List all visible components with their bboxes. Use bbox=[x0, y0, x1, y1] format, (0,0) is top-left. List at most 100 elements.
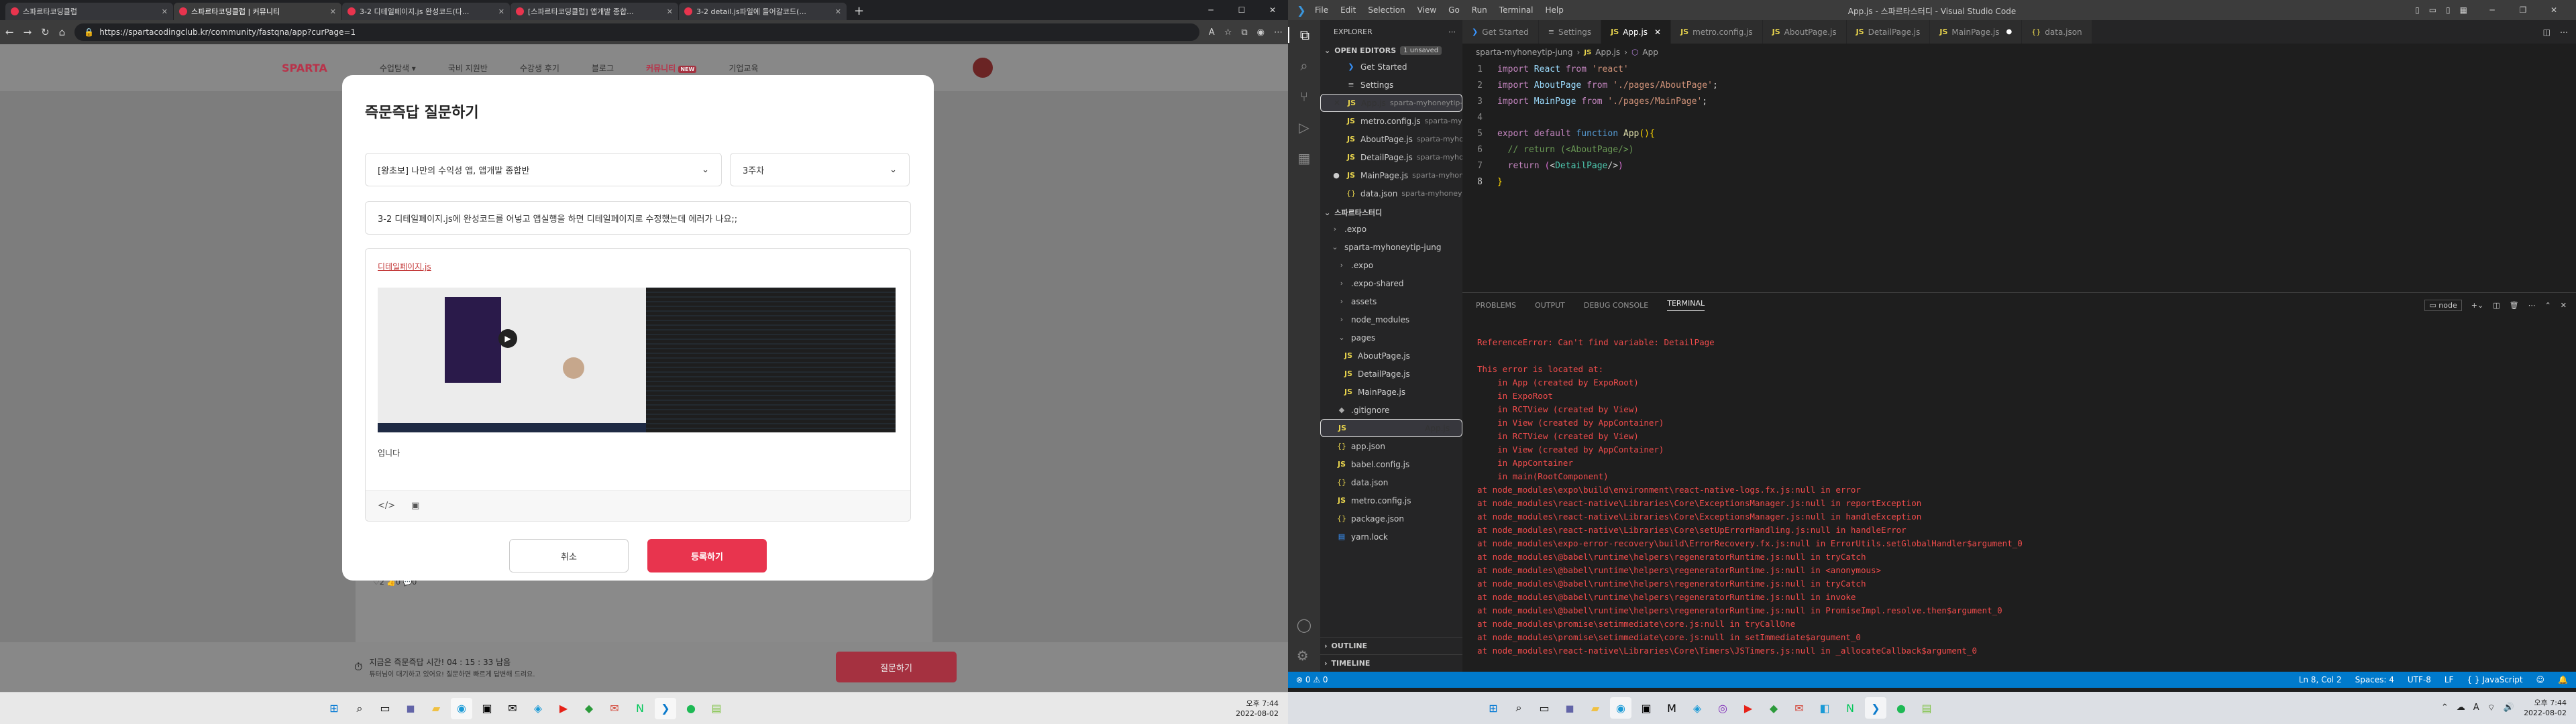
app-icon[interactable]: ▤ bbox=[1916, 697, 1937, 719]
tree-item[interactable]: {} app.json bbox=[1320, 437, 1462, 455]
run-debug-icon[interactable]: ▷ bbox=[1299, 119, 1309, 135]
browser-tab[interactable]: 3-2 디테일페이지.js 완성코드(다... ✕ bbox=[342, 3, 510, 20]
task-view-icon[interactable]: ▭ bbox=[374, 698, 396, 719]
read-aloud-icon[interactable]: A bbox=[1209, 27, 1215, 38]
language-mode[interactable]: { } JavaScript bbox=[2467, 675, 2522, 684]
app-icon[interactable]: ▤ bbox=[706, 698, 727, 719]
tab-terminal[interactable]: TERMINAL bbox=[1667, 299, 1705, 311]
maps-icon[interactable]: ◆ bbox=[578, 698, 600, 719]
image-upload-icon[interactable]: ▣ bbox=[411, 501, 419, 511]
back-arrow-icon[interactable]: ← bbox=[5, 26, 14, 38]
gmail-icon[interactable]: ✉ bbox=[1788, 697, 1810, 719]
terminal-output[interactable]: ReferenceError: Can't find variable: Det… bbox=[1462, 317, 2576, 658]
search-icon[interactable]: ⌕ bbox=[349, 698, 370, 719]
code-block-icon[interactable]: </> bbox=[378, 501, 395, 511]
wifi-icon[interactable]: ⌔ bbox=[2487, 703, 2496, 713]
close-window-icon[interactable]: ✕ bbox=[2538, 5, 2569, 15]
open-editor-item[interactable]: JS DetailPage.jssparta-myho... bbox=[1320, 148, 1462, 166]
workspace-header[interactable]: ⌄ 스파르타스터디 bbox=[1320, 205, 1462, 220]
account-icon[interactable]: ◯ bbox=[1297, 617, 1311, 633]
end-of-line[interactable]: LF bbox=[2445, 675, 2454, 684]
open-editor-item[interactable]: ≡ Settings bbox=[1320, 76, 1462, 94]
open-editors-header[interactable]: ⌄ OPEN EDITORS 1 unsaved bbox=[1320, 43, 1462, 58]
close-tab-icon[interactable]: ✕ bbox=[330, 7, 336, 16]
browser-tab[interactable]: 스파르타코딩클럽 ✕ bbox=[5, 3, 173, 20]
photos-icon[interactable]: ◈ bbox=[1686, 697, 1708, 719]
toggle-panel-icon[interactable]: ▭ bbox=[2429, 5, 2436, 15]
minimize-icon[interactable]: ─ bbox=[2477, 5, 2508, 15]
chat-icon[interactable]: ◼ bbox=[400, 698, 421, 719]
extensions-icon[interactable]: ▦ bbox=[1298, 150, 1311, 166]
tree-item[interactable]: › assets bbox=[1320, 292, 1462, 310]
customize-layout-icon[interactable]: ▦ bbox=[2460, 5, 2467, 15]
avatar[interactable] bbox=[973, 58, 993, 78]
editor-tab[interactable]: JS MainPage.js ● bbox=[1930, 20, 2023, 44]
reload-icon[interactable]: ↻ bbox=[41, 26, 50, 38]
menu-go[interactable]: Go bbox=[1448, 5, 1460, 15]
tab-output[interactable]: OUTPUT bbox=[1535, 301, 1565, 310]
tree-item[interactable]: ◆ .gitignore bbox=[1320, 401, 1462, 419]
new-terminal-icon[interactable]: +⌄ bbox=[2471, 301, 2483, 310]
home-icon[interactable]: ⌂ bbox=[59, 26, 66, 38]
tree-item[interactable]: {} package.json bbox=[1320, 509, 1462, 528]
code-editor[interactable]: 1 import React from 'react' 2 import About… bbox=[1462, 61, 2576, 289]
vscode-icon[interactable]: ❯ bbox=[655, 697, 676, 719]
photos-icon[interactable]: ◈ bbox=[527, 698, 549, 719]
browser-tab[interactable]: 3-2 detail.js파일에 들어갈코드(... ✕ bbox=[679, 3, 847, 20]
question-body-editor[interactable]: 디테일페이지.js ▶ 입니다 </> ▣ bbox=[365, 248, 911, 522]
volume-icon[interactable]: 🔊 bbox=[2504, 703, 2514, 713]
profile-icon[interactable]: ◉ bbox=[1257, 27, 1265, 38]
menu-edit[interactable]: Edit bbox=[1340, 5, 1356, 15]
submit-button[interactable]: 등록하기 bbox=[647, 539, 767, 572]
star-icon[interactable]: ☆ bbox=[1224, 27, 1232, 38]
tab-debug-console[interactable]: DEBUG CONSOLE bbox=[1584, 301, 1648, 310]
question-title-input[interactable]: 3-2 디테일페이지.js에 완성코드를 어넣고 앱실행을 하면 디테일페이지로… bbox=[365, 201, 911, 235]
cloud-icon[interactable]: ☁ bbox=[2457, 703, 2465, 713]
naver-icon[interactable]: N bbox=[629, 698, 651, 719]
cancel-button[interactable]: 취소 bbox=[509, 539, 629, 572]
chevron-up-icon[interactable]: ⌃ bbox=[2441, 703, 2449, 713]
close-window-icon[interactable]: ✕ bbox=[1257, 0, 1288, 20]
menu-run[interactable]: Run bbox=[1472, 5, 1487, 15]
close-tab-icon[interactable]: ✕ bbox=[835, 7, 841, 16]
vscode-icon[interactable]: ❯ bbox=[1865, 697, 1886, 719]
breadcrumb-symbol[interactable]: App bbox=[1642, 48, 1658, 57]
editor-tab[interactable]: JS AboutPage.js bbox=[1762, 20, 1847, 44]
maximize-icon[interactable]: ☐ bbox=[1226, 0, 1257, 20]
menu-selection[interactable]: Selection bbox=[1368, 5, 1405, 15]
outline-header[interactable]: › OUTLINE bbox=[1320, 637, 1462, 654]
taskbar-clock[interactable]: 오후 7:44 2022-08-02 bbox=[1236, 699, 1288, 719]
youtube-icon[interactable]: ▶ bbox=[553, 698, 574, 719]
terminal-shell-select[interactable]: ▭ node bbox=[2424, 299, 2462, 311]
open-editor-item[interactable]: ✕ JS App.jssparta-myhoneytip-j... bbox=[1320, 94, 1462, 112]
nav-enterprise[interactable]: 기업교육 bbox=[729, 62, 758, 74]
nav-govt[interactable]: 국비 지원반 bbox=[448, 62, 488, 74]
file-explorer-icon[interactable]: ▰ bbox=[1585, 697, 1606, 719]
naver-icon[interactable]: N bbox=[1839, 697, 1861, 719]
minimize-icon[interactable]: ─ bbox=[1195, 0, 1226, 20]
collections-icon[interactable]: ⧉ bbox=[1241, 27, 1247, 38]
nav-community[interactable]: 커뮤니티 NEW bbox=[646, 62, 697, 74]
split-editor-icon[interactable]: ◫ bbox=[2543, 27, 2551, 37]
timeline-header[interactable]: › TIMELINE bbox=[1320, 654, 1462, 672]
url-input[interactable]: 🔒 https://spartacodingclub.kr/community/f… bbox=[74, 23, 1199, 41]
maps-icon[interactable]: ◆ bbox=[1763, 697, 1784, 719]
editor-tab[interactable]: JS App.js ✕ bbox=[1601, 20, 1672, 44]
manage-gear-icon[interactable]: ⚙ bbox=[1297, 648, 1311, 664]
office-icon[interactable]: ◧ bbox=[1814, 697, 1835, 719]
search-icon[interactable]: ⌕ bbox=[1508, 697, 1529, 719]
more-actions-icon[interactable]: ⋯ bbox=[2560, 27, 2568, 37]
edge-icon[interactable]: ◉ bbox=[451, 697, 472, 719]
open-editor-item[interactable]: JS metro.config.jssparta-myh... bbox=[1320, 112, 1462, 130]
nav-blog[interactable]: 블로그 bbox=[592, 62, 614, 74]
indentation[interactable]: Spaces: 4 bbox=[2355, 675, 2394, 684]
close-panel-icon[interactable]: ✕ bbox=[2561, 301, 2567, 310]
course-select[interactable]: [왕초보] 나만의 수익성 앱, 앱개발 종합반 ⌄ bbox=[365, 153, 722, 186]
windows-start-icon[interactable]: ⊞ bbox=[1483, 697, 1504, 719]
close-tab-icon[interactable]: ✕ bbox=[162, 7, 168, 16]
ask-question-button[interactable]: 질문하기 bbox=[836, 652, 957, 682]
editor-tab[interactable]: {} data.json bbox=[2022, 20, 2092, 44]
tree-item[interactable]: ▤ yarn.lock bbox=[1320, 528, 1462, 546]
tab-problems[interactable]: PROBLEMS bbox=[1476, 301, 1516, 310]
body-link[interactable]: 디테일페이지.js bbox=[378, 261, 431, 272]
